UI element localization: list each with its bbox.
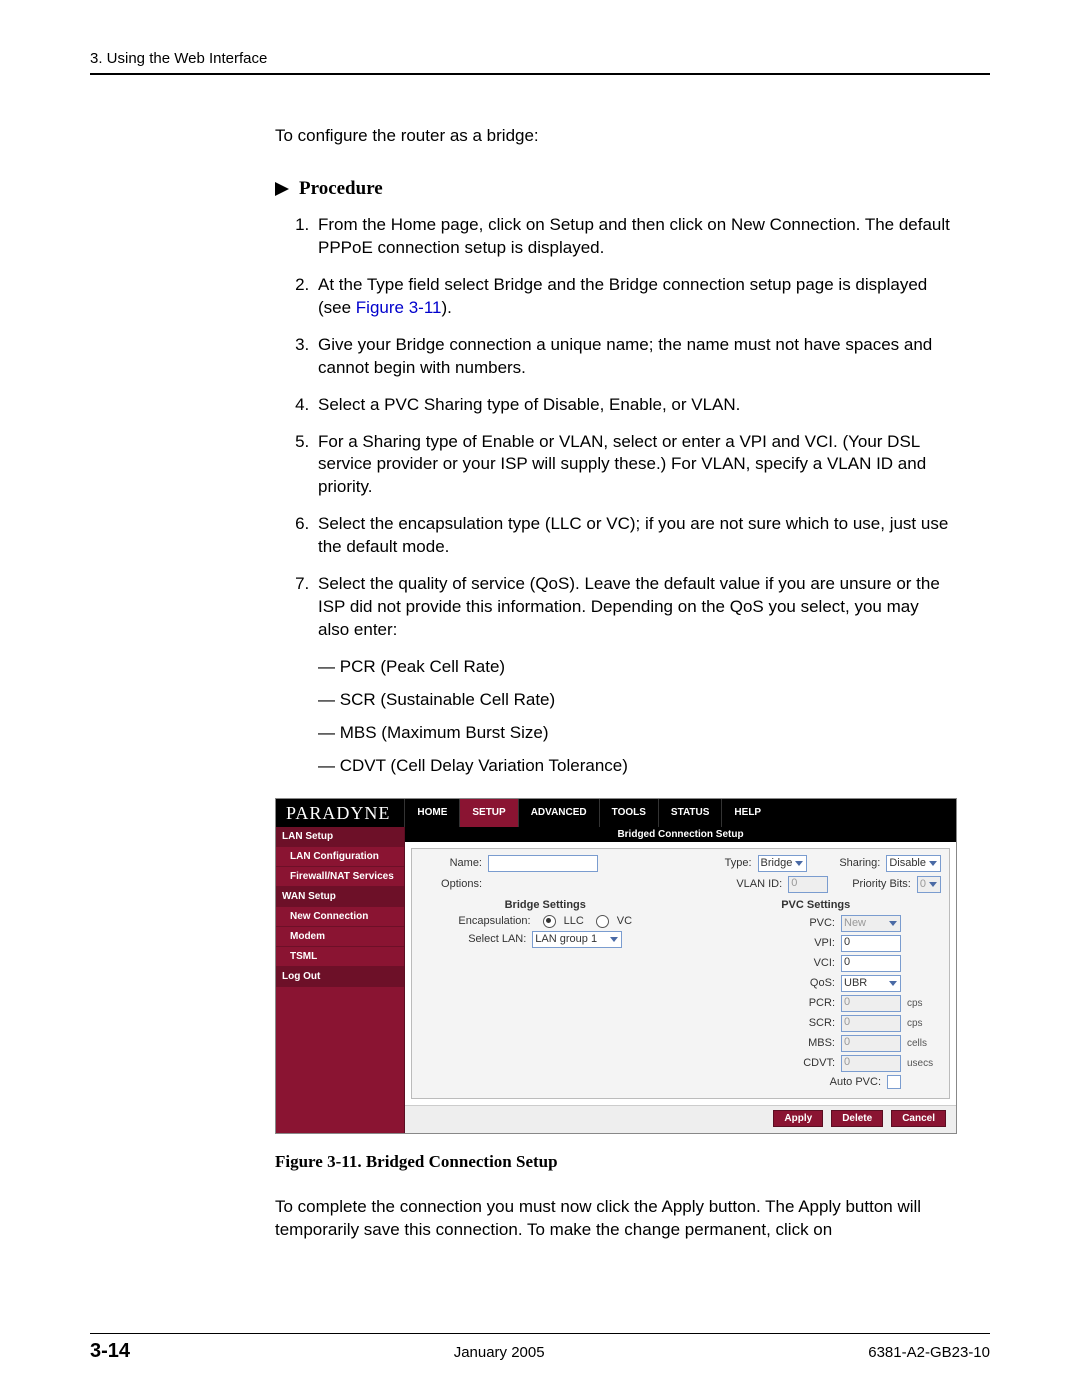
cdvt-label: CDVT: <box>749 1057 835 1069</box>
step-1: From the Home page, click on Setup and t… <box>314 214 950 260</box>
step-5: For a Sharing type of Enable or VLAN, se… <box>314 431 950 500</box>
encap-llc-text: LLC <box>564 915 584 927</box>
step-7-text: Select the quality of service (QoS). Lea… <box>318 574 940 639</box>
sidebar: LAN Setup LAN Configuration Firewall/NAT… <box>276 827 405 1133</box>
scr-input[interactable]: 0 <box>841 1015 901 1032</box>
intro-text: To configure the router as a bridge: <box>275 125 990 148</box>
content-title: Bridged Connection Setup <box>405 827 956 842</box>
sidebar-wan-setup[interactable]: WAN Setup <box>276 887 404 907</box>
brand-logo: PARADYNE <box>276 799 404 827</box>
qos-scr: SCR (Sustainable Cell Rate) <box>318 689 950 712</box>
mbs-label: MBS: <box>749 1037 835 1049</box>
sidebar-firewall[interactable]: Firewall/NAT Services <box>276 867 404 887</box>
tab-home[interactable]: HOME <box>404 799 459 827</box>
vlan-input[interactable]: 0 <box>788 876 828 893</box>
content-pane: Bridged Connection Setup Name: Type: Bri… <box>405 827 956 1133</box>
footer-doc-id: 6381-A2-GB23-10 <box>868 1344 990 1361</box>
name-input[interactable] <box>488 855 598 872</box>
vlan-label: VLAN ID: <box>736 878 782 890</box>
sidebar-tsml[interactable]: TSML <box>276 947 404 967</box>
vci-input[interactable]: 0 <box>841 955 901 972</box>
ui-topbar: PARADYNE HOME SETUP ADVANCED TOOLS STATU… <box>276 799 956 827</box>
nav-tabs: HOME SETUP ADVANCED TOOLS STATUS HELP <box>404 799 773 827</box>
pvc-settings-title: PVC Settings <box>691 899 942 911</box>
closing-paragraph: To complete the connection you must now … <box>275 1196 950 1242</box>
pcr-label: PCR: <box>749 997 835 1009</box>
encap-vc-text: VC <box>617 915 632 927</box>
type-label: Type: <box>725 857 752 869</box>
sharing-select[interactable]: Disable <box>886 855 941 872</box>
step-6: Select the encapsulation type (LLC or VC… <box>314 513 950 559</box>
vpi-input[interactable]: 0 <box>841 935 901 952</box>
encap-llc-radio[interactable] <box>543 915 556 928</box>
encap-label: Encapsulation: <box>458 915 530 927</box>
button-row: Apply Delete Cancel <box>405 1105 956 1133</box>
pcr-unit: cps <box>907 998 941 1009</box>
router-screenshot: PARADYNE HOME SETUP ADVANCED TOOLS STATU… <box>275 798 957 1134</box>
form-area: Name: Type: Bridge Sharing: Disable Opti… <box>411 848 950 1099</box>
sidebar-new-connection[interactable]: New Connection <box>276 907 404 927</box>
priority-select[interactable]: 0 <box>917 876 941 893</box>
qos-sublist: PCR (Peak Cell Rate) SCR (Sustainable Ce… <box>318 656 950 778</box>
footer-date: January 2005 <box>454 1344 545 1361</box>
pcr-input[interactable]: 0 <box>841 995 901 1012</box>
page-number: 3-14 <box>90 1340 130 1363</box>
autopvc-label: Auto PVC: <box>795 1076 881 1088</box>
procedure-label: Procedure <box>299 178 383 200</box>
triangle-icon <box>275 182 291 196</box>
bridge-settings-title: Bridge Settings <box>420 899 671 911</box>
step-2: At the Type field select Bridge and the … <box>314 274 950 320</box>
sidebar-lan-setup[interactable]: LAN Setup <box>276 827 404 847</box>
step-7: Select the quality of service (QoS). Lea… <box>314 573 950 778</box>
delete-button[interactable]: Delete <box>831 1110 883 1127</box>
autopvc-checkbox[interactable] <box>887 1075 901 1089</box>
tab-status[interactable]: STATUS <box>658 799 722 827</box>
tab-advanced[interactable]: ADVANCED <box>518 799 599 827</box>
qos-select[interactable]: UBR <box>841 975 901 992</box>
mbs-input[interactable]: 0 <box>841 1035 901 1052</box>
tab-tools[interactable]: TOOLS <box>599 799 658 827</box>
qos-pcr: PCR (Peak Cell Rate) <box>318 656 950 679</box>
step-2-text-b: ). <box>441 298 451 317</box>
pvc-select[interactable]: New <box>841 915 901 932</box>
step-4: Select a PVC Sharing type of Disable, En… <box>314 394 950 417</box>
step-3: Give your Bridge connection a unique nam… <box>314 334 950 380</box>
procedure-steps: From the Home page, click on Setup and t… <box>290 214 990 778</box>
sidebar-lan-config[interactable]: LAN Configuration <box>276 847 404 867</box>
vpi-label: VPI: <box>749 937 835 949</box>
select-lan-select[interactable]: LAN group 1 <box>532 931 622 948</box>
pvc-label: PVC: <box>749 917 835 929</box>
encap-vc-radio[interactable] <box>596 915 609 928</box>
qos-cdvt: CDVT (Cell Delay Variation Tolerance) <box>318 755 950 778</box>
mbs-unit: cells <box>907 1038 941 1049</box>
apply-button[interactable]: Apply <box>773 1110 823 1127</box>
running-header: 3. Using the Web Interface <box>90 50 990 67</box>
vci-label: VCI: <box>749 957 835 969</box>
type-select[interactable]: Bridge <box>758 855 808 872</box>
qos-mbs: MBS (Maximum Burst Size) <box>318 722 950 745</box>
figure-caption: Figure 3-11. Bridged Connection Setup <box>275 1152 990 1172</box>
cdvt-input[interactable]: 0 <box>841 1055 901 1072</box>
select-lan-label: Select LAN: <box>468 933 526 945</box>
sidebar-modem[interactable]: Modem <box>276 927 404 947</box>
scr-label: SCR: <box>749 1017 835 1029</box>
qos-label: QoS: <box>749 977 835 989</box>
priority-label: Priority Bits: <box>852 878 911 890</box>
procedure-heading: Procedure <box>275 178 990 200</box>
options-label: Options: <box>420 878 482 890</box>
page-footer: 3-14 January 2005 6381-A2-GB23-10 <box>90 1325 990 1363</box>
tab-help[interactable]: HELP <box>721 799 773 827</box>
sidebar-logout[interactable]: Log Out <box>276 967 404 987</box>
tab-setup[interactable]: SETUP <box>459 799 517 827</box>
name-label: Name: <box>420 857 482 869</box>
footer-rule <box>90 1333 990 1334</box>
cdvt-unit: usecs <box>907 1058 941 1069</box>
scr-unit: cps <box>907 1018 941 1029</box>
sharing-label: Sharing: <box>839 857 880 869</box>
header-rule <box>90 73 990 75</box>
figure-link[interactable]: Figure 3-11 <box>356 298 442 317</box>
cancel-button[interactable]: Cancel <box>891 1110 946 1127</box>
